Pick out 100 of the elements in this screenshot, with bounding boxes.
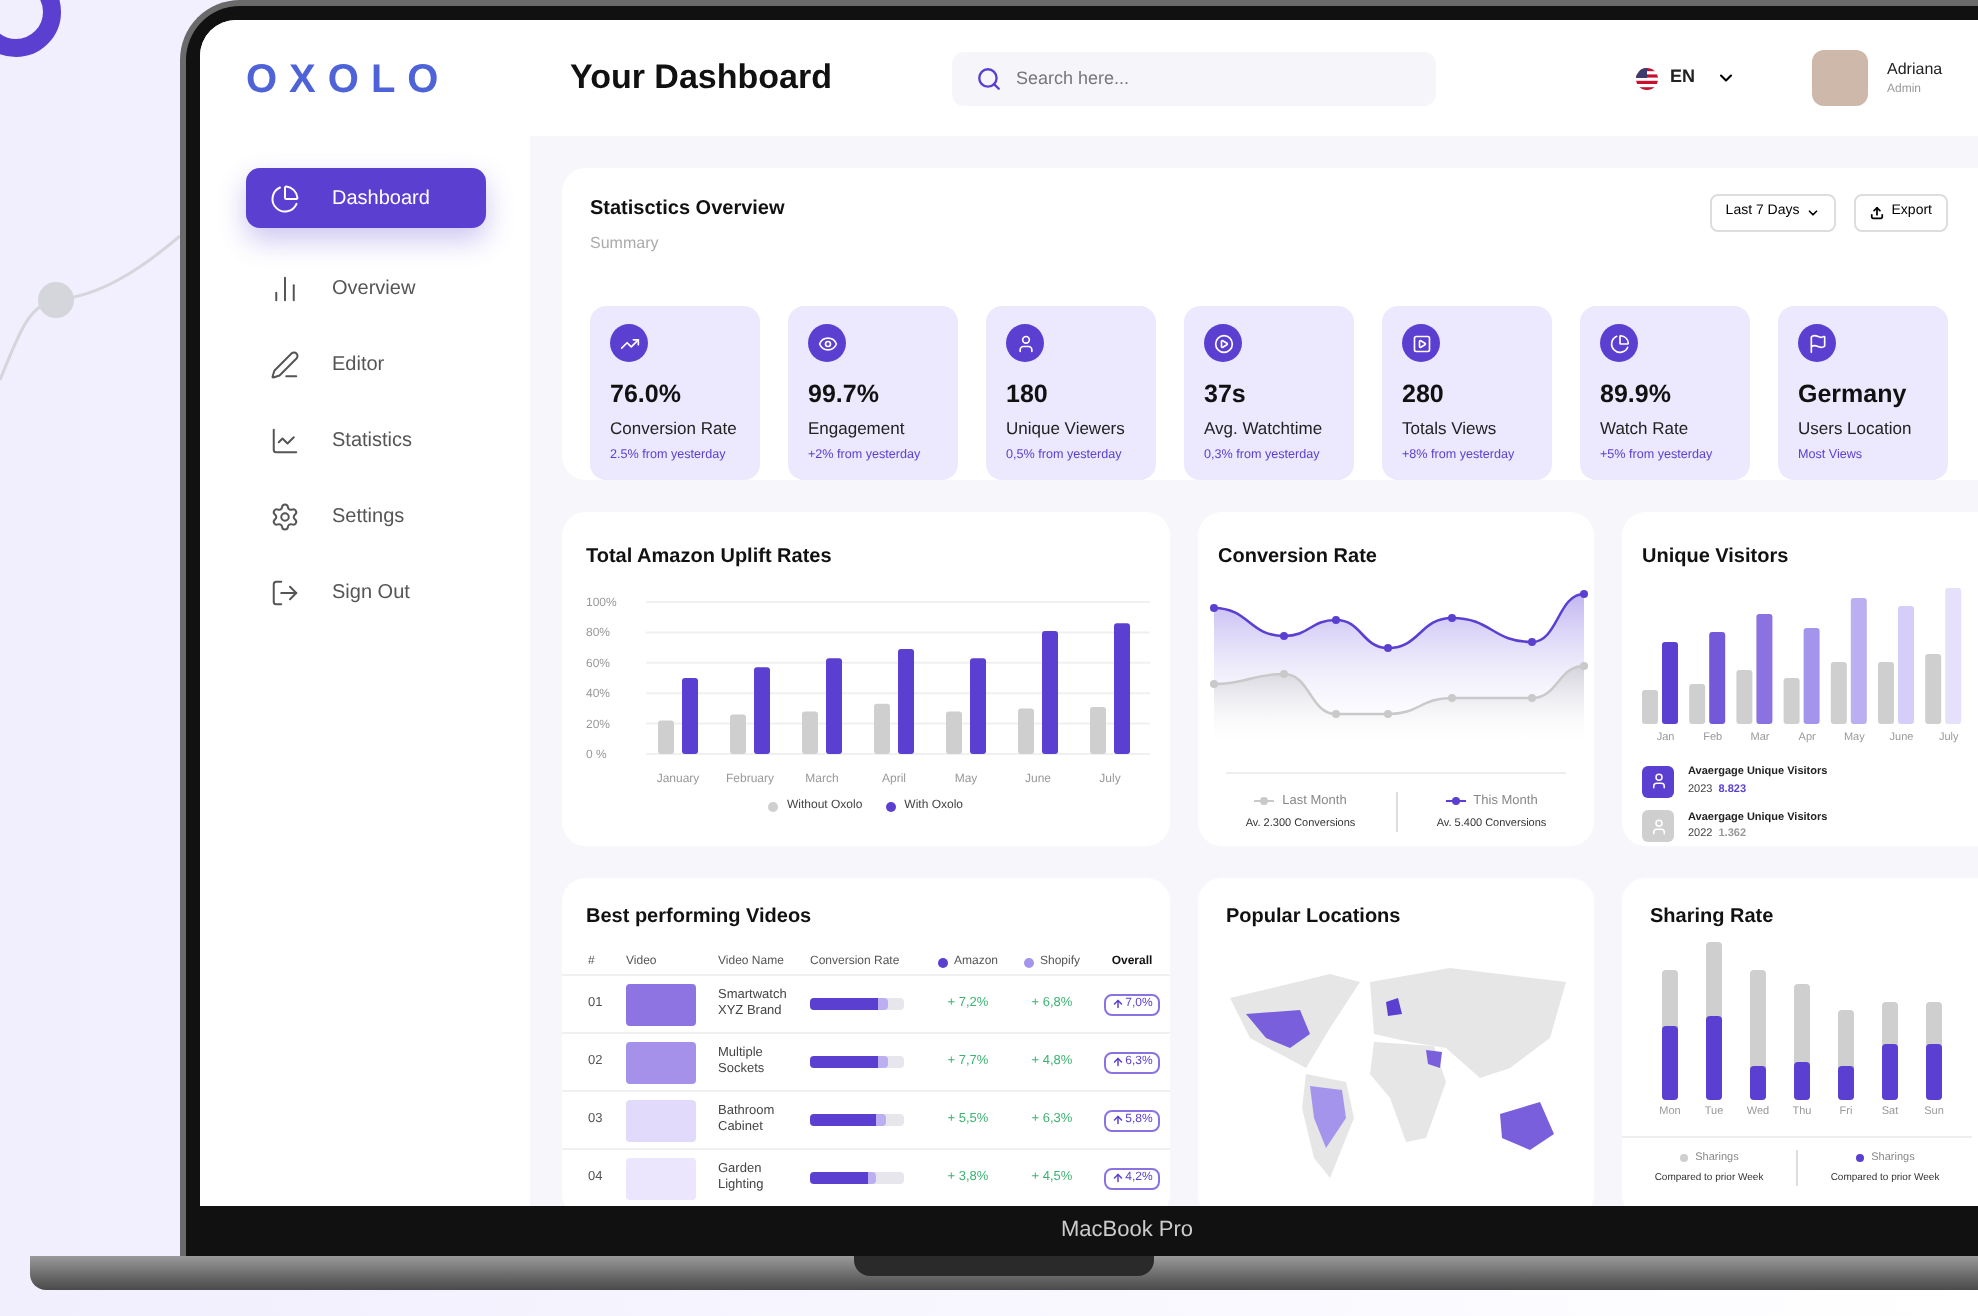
card-title: Popular Locations	[1224, 904, 1403, 932]
line-chart-icon	[270, 425, 300, 455]
stat-value: 180	[1006, 380, 1050, 410]
pie-chart-icon	[1600, 324, 1638, 362]
chart-point	[1528, 638, 1536, 646]
nav-item[interactable]: Sign Out	[246, 562, 486, 622]
chevron-down-icon	[1805, 206, 1820, 220]
chart-bar	[826, 658, 842, 754]
stat-value: 89.9%	[1600, 380, 1673, 410]
video-thumbnail-placeholder	[626, 1041, 696, 1083]
nav-item[interactable]: Overview	[246, 258, 486, 318]
device-label: MacBook Pro	[1060, 1216, 1194, 1247]
user-icon	[1006, 324, 1044, 362]
stat-value: 37s	[1204, 380, 1248, 410]
chart-bar	[1689, 684, 1706, 724]
card-title: Total Amazon Uplift Rates	[586, 544, 834, 572]
chart-bar	[1736, 670, 1753, 724]
chart-bar	[658, 720, 674, 754]
pen-icon	[270, 349, 300, 379]
us-flag-icon	[1636, 67, 1658, 89]
arrow-up-icon	[1111, 1114, 1124, 1126]
video-thumbnail-placeholder	[626, 1099, 696, 1141]
chart-point	[1332, 616, 1340, 624]
chart-bar	[1642, 690, 1658, 724]
arrow-up-icon	[1111, 998, 1124, 1010]
pie-chart-icon	[270, 183, 300, 213]
stat-label: Users Location	[1798, 416, 1914, 442]
chart-bar	[682, 678, 698, 754]
card-subtitle: Summary	[590, 232, 661, 256]
stat-label: Conversion Rate	[610, 416, 739, 442]
chart-point	[1210, 680, 1218, 688]
chart-point	[1384, 710, 1392, 718]
chart-bar	[1042, 630, 1058, 754]
stat-label: Engagement	[808, 416, 907, 442]
chart-point	[1448, 694, 1456, 702]
chart-point	[1448, 614, 1456, 622]
chart-bar	[754, 667, 770, 754]
nav-item[interactable]: Statistics	[246, 410, 486, 470]
chart-bar	[874, 703, 890, 754]
chart-point	[1280, 632, 1288, 640]
secondary-bar-fill	[875, 1114, 886, 1126]
user-name: Adriana	[1887, 57, 1943, 79]
chart-bar	[1830, 662, 1847, 724]
stat-value: Germany	[1798, 380, 1909, 410]
chart-point	[1332, 710, 1340, 718]
bar-chart-icon	[270, 273, 300, 303]
page-title: Your Dashboard	[570, 56, 834, 101]
play-icon	[1204, 324, 1242, 362]
chart-bar	[1018, 708, 1034, 754]
stat-label: Unique Viewers	[1006, 416, 1127, 442]
chart-bar	[802, 711, 818, 754]
chart-bar	[1114, 623, 1130, 754]
secondary-bar-fill	[878, 1056, 888, 1068]
chart-bar	[970, 658, 986, 754]
settings-icon	[270, 501, 300, 531]
arrow-up-icon	[1111, 1172, 1124, 1184]
chart-bar	[1878, 662, 1894, 724]
search-field[interactable]: Search here...	[952, 51, 1436, 105]
card-title: Sharing Rate	[1648, 904, 1776, 932]
chart-point	[1384, 644, 1392, 652]
chart-bar	[1709, 632, 1726, 724]
avatar	[1811, 50, 1868, 106]
chart-bar	[1756, 614, 1773, 724]
stat-label: Watch Rate	[1600, 416, 1691, 442]
chart-point	[1528, 694, 1536, 702]
chart-bar	[1783, 678, 1800, 724]
chart-bar	[1925, 654, 1942, 724]
stat-value: 99.7%	[808, 380, 881, 410]
chart-bar	[1898, 606, 1914, 724]
video-icon	[1402, 324, 1440, 362]
chart-point	[1580, 662, 1588, 670]
video-thumbnail-placeholder	[626, 983, 696, 1025]
chart-bar	[898, 649, 914, 754]
nav-item[interactable]: Settings	[246, 486, 486, 546]
search-icon	[976, 65, 1002, 91]
logo: OXOLO	[246, 60, 451, 100]
arrow-up-icon	[1111, 1056, 1124, 1068]
video-thumbnail-placeholder	[626, 1157, 696, 1199]
chart-point	[1210, 604, 1218, 612]
chart-bar	[730, 714, 746, 754]
card-title: Conversion Rate	[1216, 544, 1379, 572]
card-title: Statisctics Overview	[590, 196, 787, 224]
chart-bar	[1090, 706, 1106, 754]
stat-value: 280	[1402, 380, 1446, 410]
card-title: Best performing Videos	[584, 904, 814, 932]
nav-item[interactable]: Editor	[246, 334, 486, 394]
nav-item[interactable]: Dashboard	[246, 168, 486, 228]
card-title: Unique Visitors	[1642, 544, 1791, 572]
sign-out-icon	[270, 577, 300, 607]
flag-icon	[1798, 324, 1836, 362]
stat-label: Totals Views	[1402, 416, 1499, 442]
chart-bar	[1850, 598, 1867, 724]
secondary-bar-fill	[878, 998, 888, 1010]
stat-label: Avg. Watchtime	[1204, 416, 1325, 442]
stat-value: 76.0%	[610, 380, 683, 410]
chart-bar	[1945, 588, 1962, 724]
trend-up-icon	[610, 324, 648, 362]
chart-bar	[1803, 628, 1820, 724]
eye-icon	[808, 324, 846, 362]
chart-point	[1580, 590, 1588, 598]
